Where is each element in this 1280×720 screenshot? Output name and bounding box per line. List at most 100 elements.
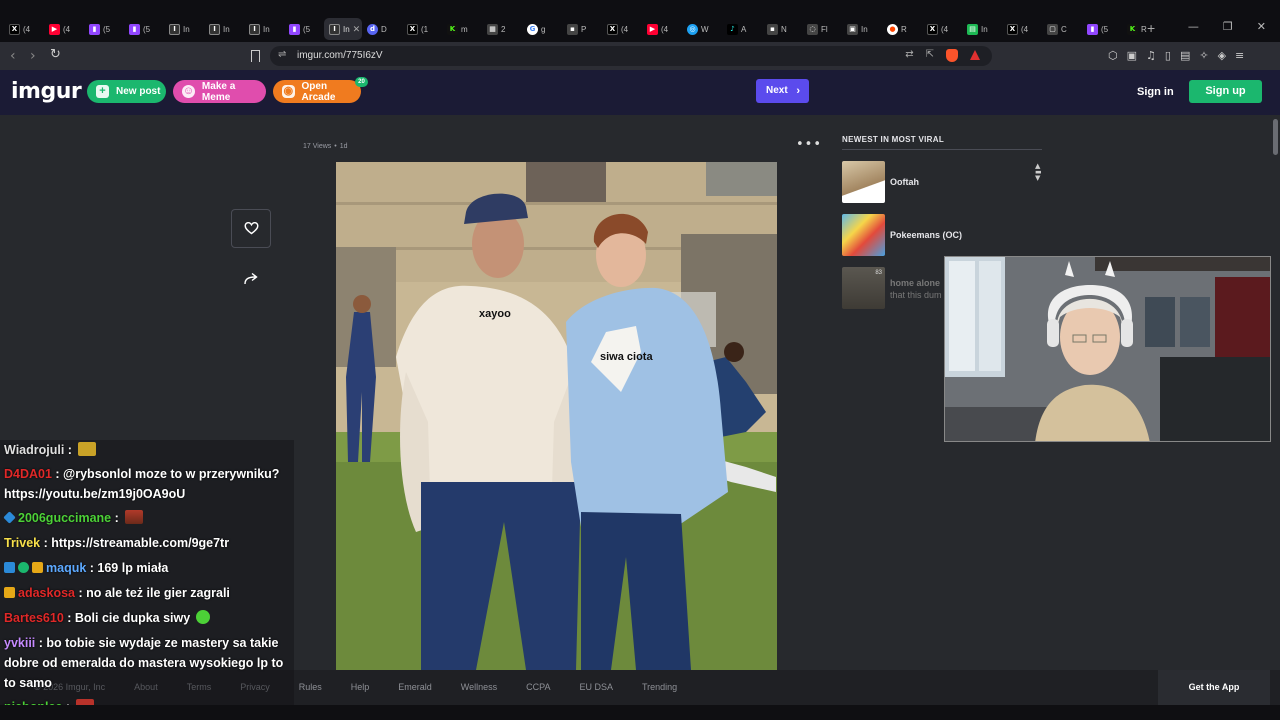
browser-tab[interactable]: ◎ W (682, 18, 722, 40)
tab-title: In (183, 24, 190, 34)
browser-tab[interactable]: I In (244, 18, 284, 40)
browser-tab[interactable]: I In (164, 18, 204, 40)
browser-tab[interactable]: ▮ (5 (124, 18, 164, 40)
back-icon[interactable]: ‹ (10, 48, 16, 64)
wallet-icon[interactable]: ▤ (1180, 49, 1190, 62)
share-arrow-icon[interactable] (244, 273, 258, 285)
open-arcade-button[interactable]: ◉ Open Arcade (273, 80, 361, 103)
url-text[interactable]: imgur.com/775I6zV (297, 50, 383, 61)
next-post-button[interactable]: Next › (756, 79, 809, 103)
browser-tab[interactable]: ▶ (4 (44, 18, 84, 40)
browser-tab[interactable]: X (4 (4, 18, 44, 40)
new-post-button[interactable]: + New post (87, 80, 166, 103)
browser-tab[interactable]: ♪ A (722, 18, 762, 40)
forward-icon[interactable]: › (30, 48, 36, 64)
favorite-button[interactable] (231, 209, 271, 248)
page-icon: ▦ (487, 23, 498, 35)
viral-item[interactable]: Ooftah (842, 161, 1042, 203)
browser-tab[interactable]: ● R (882, 18, 922, 40)
browser-tab[interactable]: Km (442, 18, 482, 40)
footer-link[interactable]: Rules (299, 682, 322, 692)
imgur-icon: I (329, 23, 340, 35)
imgur-icon: I (249, 23, 260, 35)
tab-title: C (1061, 24, 1067, 34)
browser-tab[interactable]: X (4 (1002, 18, 1042, 40)
close-tab-icon[interactable]: ✕ (353, 24, 361, 35)
close-window-icon[interactable]: ✕ (1257, 20, 1266, 33)
chat-username: Trivek (4, 536, 41, 550)
viral-thumbnail: 83 (842, 267, 885, 309)
webcam-overlay (944, 256, 1271, 442)
site-info-icon[interactable]: ⇌ (278, 49, 286, 60)
extensions-bar: ⬡ ▣ ♫ ▯ ▤ ✧ ◈ ≡ (1108, 49, 1244, 62)
footer-link[interactable]: Wellness (461, 682, 497, 692)
browser-tab[interactable]: X (4 (922, 18, 962, 40)
sign-in-link[interactable]: Sign in (1137, 86, 1174, 98)
browser-tab[interactable]: ▮ (5 (84, 18, 124, 40)
browser-tab[interactable]: I In (204, 18, 244, 40)
footer-link[interactable]: Emerald (398, 682, 432, 692)
view-count: 17 Views (303, 143, 332, 150)
post-image[interactable]: xayoo siwa ciota (336, 162, 777, 670)
browser-tab[interactable]: KR (1122, 18, 1162, 40)
browser-tab[interactable]: ◌ Fl (802, 18, 842, 40)
translate-icon[interactable]: ⇄ (905, 49, 913, 62)
screenshot-icon[interactable]: ▣ (1127, 49, 1137, 62)
crown-badge-icon (4, 587, 15, 598)
brave-rewards-icon[interactable] (970, 50, 980, 60)
chat-message: maquk : 169 lp miała (4, 558, 294, 578)
address-bar[interactable]: ⇌ imgur.com/775I6zV ⇄ ⇱ (270, 46, 992, 66)
browser-tab[interactable]: X (1 (402, 18, 442, 40)
more-options-icon[interactable]: ••• (796, 137, 822, 152)
sidebar-icon[interactable]: ▯ (1165, 49, 1171, 62)
footer-link[interactable]: Trending (642, 682, 677, 692)
browser-tab[interactable]: ▮ (5 (1082, 18, 1122, 40)
x-icon: X (407, 23, 418, 35)
leo-ai-icon[interactable]: ✧ (1199, 49, 1208, 62)
browser-tab[interactable]: ▢ C (1042, 18, 1082, 40)
browser-tab[interactable]: ▶ (4 (642, 18, 682, 40)
maximize-icon[interactable]: ❐ (1223, 20, 1233, 33)
minimize-icon[interactable]: — (1188, 20, 1199, 33)
new-tab-button[interactable]: + (1147, 20, 1155, 36)
scrollbar-thumb[interactable] (1273, 119, 1278, 155)
twitch-icon: ▮ (289, 23, 300, 35)
viral-item[interactable]: Pokeemans (OC) (842, 214, 1042, 256)
plus-icon: + (96, 85, 109, 98)
tab-title: 2 (501, 24, 506, 34)
browser-tab[interactable]: I In ✕ (324, 18, 362, 40)
tab-title: In (861, 24, 868, 34)
browser-tab[interactable]: ▪ P (562, 18, 602, 40)
extensions-icon[interactable]: ⬡ (1108, 49, 1118, 62)
bookmark-icon[interactable] (251, 50, 260, 62)
music-icon[interactable]: ♫ (1146, 49, 1156, 62)
menu-icon[interactable]: ≡ (1235, 49, 1244, 62)
reload-icon[interactable]: ↻ (50, 47, 61, 62)
chat-message: Bartes610 : Boli cie dupka siwy (4, 608, 294, 628)
vpn-icon[interactable]: ◈ (1218, 49, 1226, 62)
make-meme-button[interactable]: ☺ Make a Meme (173, 80, 266, 103)
browser-tab[interactable]: X (4 (602, 18, 642, 40)
brave-shields-icon[interactable] (946, 49, 958, 62)
imgur-logo[interactable]: imgur (11, 79, 82, 104)
footer-link[interactable]: Help (351, 682, 370, 692)
green-icon: ▤ (967, 23, 978, 35)
footer-link[interactable]: CCPA (526, 682, 550, 692)
imgur-icon: I (209, 23, 220, 35)
chat-text: 169 lp miała (97, 561, 169, 575)
imgur-icon: I (169, 23, 180, 35)
browser-tab[interactable]: Gg (522, 18, 562, 40)
browser-tab[interactable]: ▪ N (762, 18, 802, 40)
get-app-button[interactable]: Get the App (1158, 670, 1270, 705)
page-scrollbar[interactable] (1272, 115, 1280, 705)
browser-tab[interactable]: ▤ In (962, 18, 1002, 40)
browser-tab[interactable]: ▦ 2 (482, 18, 522, 40)
footer-link[interactable]: EU DSA (579, 682, 613, 692)
chat-text: no ale też ile gier zagrali (86, 586, 230, 600)
browser-tab[interactable]: ▣ In (842, 18, 882, 40)
browser-tab[interactable]: dD (362, 18, 402, 40)
sign-up-button[interactable]: Sign up (1189, 80, 1262, 103)
web-icon: ◎ (687, 23, 698, 35)
share-page-icon[interactable]: ⇱ (926, 49, 934, 62)
browser-tab[interactable]: ▮ (5 (284, 18, 324, 40)
